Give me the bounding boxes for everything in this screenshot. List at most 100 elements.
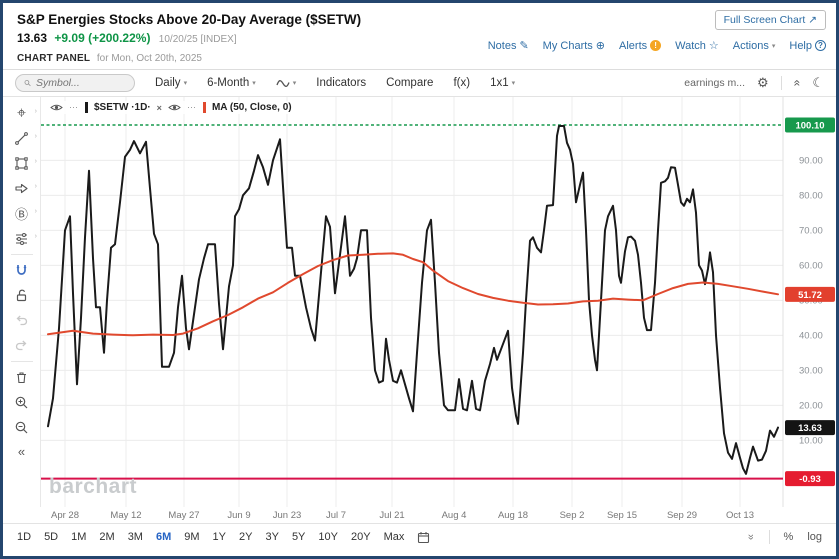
undo-icon [16,315,28,326]
scale-controls: « % log [745,530,822,544]
notes-label: Notes [487,39,517,52]
range-button-2m[interactable]: 2M [99,531,114,543]
fx-button[interactable]: f(x) [453,77,470,89]
range-button-10y[interactable]: 10Y [318,531,338,543]
grid-layout-dropdown[interactable]: 1x1 ▾ [490,77,515,89]
percent-scale-button[interactable]: % [784,531,794,543]
y-axis-tick: 30.00 [799,365,823,376]
chart-type-dropdown[interactable]: ▾ [276,78,297,89]
range-button-6m[interactable]: 6M [156,531,171,543]
x-axis-tick: Apr 28 [51,510,79,521]
help-link[interactable]: Help ? [789,40,826,52]
zoom-out-button[interactable] [3,415,40,440]
range-button-20y[interactable]: 20Y [351,531,371,543]
indicators-button[interactable]: Indicators [316,77,366,89]
range-dropdown[interactable]: 6-Month ▾ [207,77,256,89]
y-axis-tick: 90.00 [799,155,823,166]
bottom-toolbar: 1D 5D 1M 2M 3M 6M 9M 1Y 2Y 3Y 5Y 10Y 20Y Max « % log [3,524,836,550]
chevron-down-icon: ▾ [292,80,297,87]
redo-button[interactable] [3,333,40,358]
range-button-2y[interactable]: 2Y [239,531,252,543]
y-axis-tick: 10.00 [799,435,823,446]
symbol-search-box[interactable] [15,74,135,92]
collapse-toolbar-icon[interactable]: « [18,444,25,459]
remove-series-icon[interactable]: × [157,103,162,113]
zoom-out-icon [15,421,28,434]
calendar-icon[interactable] [417,531,430,544]
full-screen-chart-button[interactable]: Full Screen Chart ↗ [714,10,826,30]
magnet-tool[interactable] [3,258,40,283]
x-axis-tick: Sep 29 [666,510,698,521]
compare-label: Compare [386,77,434,89]
watch-label: Watch [675,39,706,52]
help-label: Help [789,39,812,52]
page-title: S&P Energies Stocks Above 20-Day Average… [17,12,362,27]
log-scale-button[interactable]: log [807,531,822,543]
range-button-1d[interactable]: 1D [17,531,31,543]
trendline-icon [15,132,28,145]
symbol-search-input[interactable] [36,77,126,89]
arrow-tool[interactable]: › [3,176,40,201]
dark-mode-moon-icon[interactable]: ☾ [812,75,824,91]
annotation-tool[interactable]: Ⓑ › [3,201,40,226]
notes-link[interactable]: Notes ✎ [487,39,529,53]
alerts-link[interactable]: Alerts ! [619,40,662,52]
eye-icon[interactable] [168,103,181,112]
expand-arrow-icon: › [34,183,37,190]
x-axis-tick: Sep 15 [606,510,638,521]
delete-drawings-button[interactable] [3,365,40,390]
settings-sliders-tool[interactable]: › [3,226,40,251]
redo-icon [15,340,27,351]
range-label: 6-Month [207,77,250,89]
range-buttons: 1D 5D 1M 2M 3M 6M 9M 1Y 2Y 3Y 5Y 10Y 20Y Max [17,531,404,543]
actions-link[interactable]: Actions ▾ [733,40,776,52]
watch-link[interactable]: Watch ☆ [675,39,719,53]
lock-tool[interactable] [3,283,40,308]
range-button-1y[interactable]: 1Y [213,531,226,543]
chevron-down-icon: ▾ [252,80,256,87]
divider [780,76,782,90]
chart-svg[interactable]: 90.0080.0070.0060.0050.0040.0030.0020.00… [41,97,836,507]
my-charts-link[interactable]: My Charts ⊕ [543,39,605,53]
eye-icon[interactable] [50,103,63,112]
panel-label: CHART PANEL [17,53,91,64]
gear-icon[interactable]: ⚙ [757,75,769,91]
x-axis-tick: Sep 2 [559,510,585,521]
trendline-tool[interactable]: › [3,126,40,151]
range-button-3m[interactable]: 3M [128,531,143,543]
more-icon[interactable]: ⋯ [187,102,197,113]
compare-button[interactable]: Compare [386,77,433,89]
range-button-9m[interactable]: 9M [184,531,199,543]
x-axis-tick: Aug 4 [441,510,467,521]
series-color-swatch [202,102,206,113]
range-button-5y[interactable]: 5Y [292,531,305,543]
chart-canvas[interactable]: ⋯ $SETW ·1D· × ⋯ MA (50, Close, 0) barch… [41,97,836,507]
collapse-bottom-icon[interactable]: « [745,534,757,540]
sliders-icon [16,233,27,245]
range-button-1m[interactable]: 1M [71,531,86,543]
last-price: 13.63 [17,31,48,45]
header-links: Notes ✎ My Charts ⊕ Alerts ! Watch ☆ Act… [488,39,826,52]
more-icon[interactable]: ⋯ [69,102,79,113]
crosshair-tool[interactable]: ⌖ › [3,101,40,126]
y-axis-tick: 70.00 [799,225,823,236]
zoom-in-button[interactable] [3,390,40,415]
x-axis-tick: May 12 [110,510,142,521]
search-icon [24,80,31,87]
y-axis-tick: 40.00 [799,330,823,341]
range-button-max[interactable]: Max [384,531,405,543]
pencil-icon: ✎ [519,40,529,52]
earnings-marker-label[interactable]: earnings m... [684,77,745,89]
undo-button[interactable] [3,308,40,333]
star-icon: ☆ [708,40,719,52]
b-circle-icon: Ⓑ [14,207,28,222]
expand-arrow-icon: › [34,208,37,215]
collapse-panel-icon[interactable]: « [790,80,804,87]
line-type-icon [276,79,290,87]
alert-badge-icon: ! [650,40,662,51]
price-badge-label: 100.10 [795,121,824,132]
shapes-tool[interactable]: › [3,151,40,176]
range-button-3y[interactable]: 3Y [265,531,278,543]
range-button-5d[interactable]: 5D [44,531,58,543]
frequency-dropdown[interactable]: Daily ▾ [155,77,187,89]
